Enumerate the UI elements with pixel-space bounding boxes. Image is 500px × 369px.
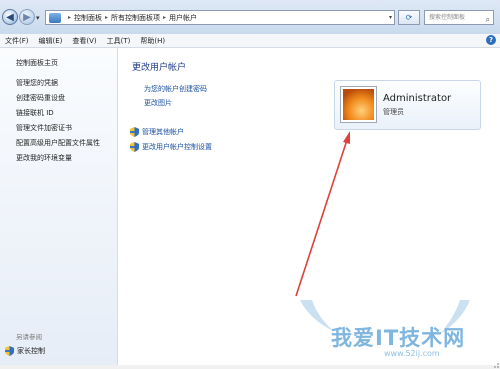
watermark-url: www.52ij.com — [384, 349, 440, 358]
watermark-text: 我爱IT技术网 — [331, 326, 466, 350]
annotation-arrow — [295, 131, 350, 297]
resize-grip-icon[interactable] — [490, 359, 500, 369]
